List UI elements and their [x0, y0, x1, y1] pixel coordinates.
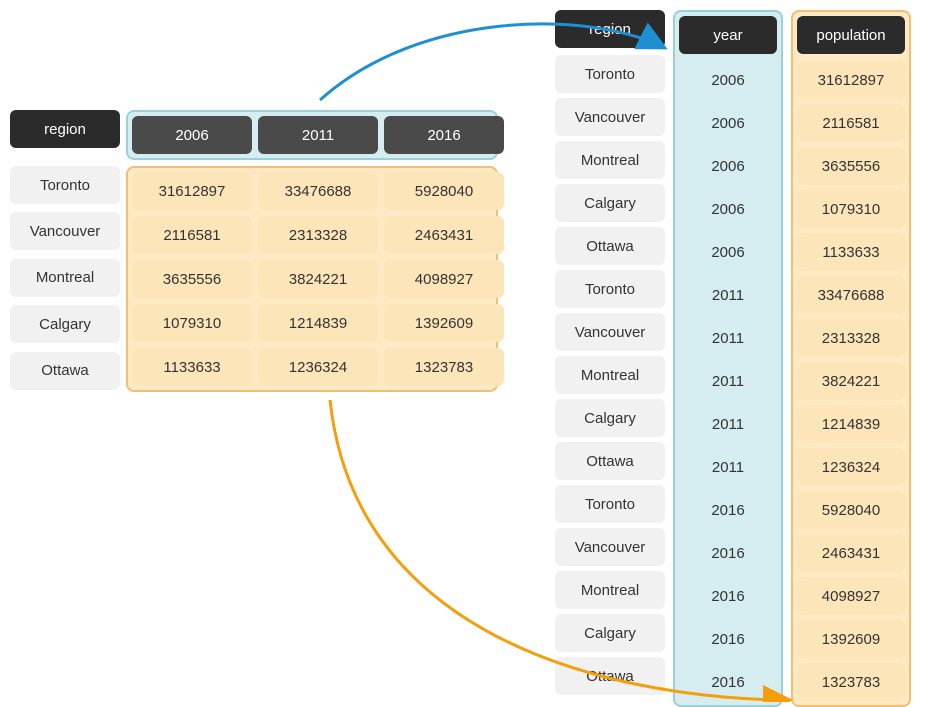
long-year-cell: 2011 [679, 362, 777, 400]
long-region-cell: Toronto [555, 55, 665, 93]
wide-value-cell: 1323783 [384, 348, 504, 386]
wide-value-cell: 1133633 [132, 348, 252, 386]
long-region-cell: Toronto [555, 485, 665, 523]
wide-value-cell: 33476688 [258, 172, 378, 210]
long-year-column: year 2006 2006 2006 2006 2006 2011 2011 … [673, 10, 783, 707]
long-population-cell: 1079310 [797, 190, 905, 228]
long-year-cell: 2006 [679, 190, 777, 228]
wide-value-cell: 31612897 [132, 172, 252, 210]
wide-value-cell: 5928040 [384, 172, 504, 210]
long-population-cell: 2463431 [797, 534, 905, 572]
wide-header-region: region [10, 110, 120, 148]
long-population-cell: 2313328 [797, 319, 905, 357]
long-population-cell: 3635556 [797, 147, 905, 185]
long-region-cell: Toronto [555, 270, 665, 308]
wide-value-cell: 3824221 [258, 260, 378, 298]
wide-region-cell: Calgary [10, 305, 120, 343]
wide-value-cell: 2313328 [258, 216, 378, 254]
long-year-cell: 2006 [679, 104, 777, 142]
long-population-cell: 31612897 [797, 61, 905, 99]
long-population-cell: 2116581 [797, 104, 905, 142]
long-year-cell: 2011 [679, 448, 777, 486]
long-region-cell: Ottawa [555, 227, 665, 265]
long-population-cell: 5928040 [797, 491, 905, 529]
wide-table: region 2006 2011 2016 Toronto Vancouver … [10, 110, 498, 392]
wide-value-cell: 1236324 [258, 348, 378, 386]
long-year-cell: 2011 [679, 276, 777, 314]
long-population-cell: 1214839 [797, 405, 905, 443]
long-region-cell: Montreal [555, 356, 665, 394]
long-year-cell: 2016 [679, 491, 777, 529]
long-population-cell: 1236324 [797, 448, 905, 486]
long-year-cell: 2016 [679, 534, 777, 572]
wide-header-2016: 2016 [384, 116, 504, 154]
wide-year-header-group: 2006 2011 2016 [126, 110, 498, 160]
wide-region-cell: Montreal [10, 259, 120, 297]
long-year-cell: 2016 [679, 620, 777, 658]
long-population-column: population 31612897 2116581 3635556 1079… [791, 10, 911, 707]
long-table: region Toronto Vancouver Montreal Calgar… [555, 10, 911, 707]
long-region-column: region Toronto Vancouver Montreal Calgar… [555, 10, 665, 707]
wide-value-cell: 1392609 [384, 304, 504, 342]
long-header-population: population [797, 16, 905, 54]
long-population-cell: 3824221 [797, 362, 905, 400]
long-population-cell: 1392609 [797, 620, 905, 658]
wide-value-cell: 1079310 [132, 304, 252, 342]
wide-header-2011: 2011 [258, 116, 378, 154]
long-header-year: year [679, 16, 777, 54]
long-region-cell: Vancouver [555, 313, 665, 351]
long-region-cell: Calgary [555, 184, 665, 222]
long-population-cell: 1133633 [797, 233, 905, 271]
wide-region-cell: Ottawa [10, 352, 120, 390]
long-year-cell: 2011 [679, 319, 777, 357]
wide-value-cell: 2463431 [384, 216, 504, 254]
long-population-cell: 4098927 [797, 577, 905, 615]
wide-value-cell: 1214839 [258, 304, 378, 342]
long-region-cell: Vancouver [555, 98, 665, 136]
wide-value-cell: 2116581 [132, 216, 252, 254]
long-year-cell: 2016 [679, 577, 777, 615]
long-region-cell: Montreal [555, 141, 665, 179]
long-population-cell: 33476688 [797, 276, 905, 314]
long-year-cell: 2011 [679, 405, 777, 443]
wide-region-cell: Toronto [10, 166, 120, 204]
wide-value-cell: 3635556 [132, 260, 252, 298]
wide-region-cell: Vancouver [10, 212, 120, 250]
long-region-cell: Montreal [555, 571, 665, 609]
long-year-cell: 2016 [679, 663, 777, 701]
long-year-cell: 2006 [679, 147, 777, 185]
long-region-cell: Ottawa [555, 442, 665, 480]
long-region-cell: Calgary [555, 399, 665, 437]
wide-header-2006: 2006 [132, 116, 252, 154]
wide-values-group: 31612897 33476688 5928040 2116581 231332… [126, 166, 498, 392]
long-header-region: region [555, 10, 665, 48]
long-region-cell: Calgary [555, 614, 665, 652]
long-region-cell: Ottawa [555, 657, 665, 695]
long-year-cell: 2006 [679, 61, 777, 99]
long-region-cell: Vancouver [555, 528, 665, 566]
long-year-cell: 2006 [679, 233, 777, 271]
wide-value-cell: 4098927 [384, 260, 504, 298]
long-population-cell: 1323783 [797, 663, 905, 701]
